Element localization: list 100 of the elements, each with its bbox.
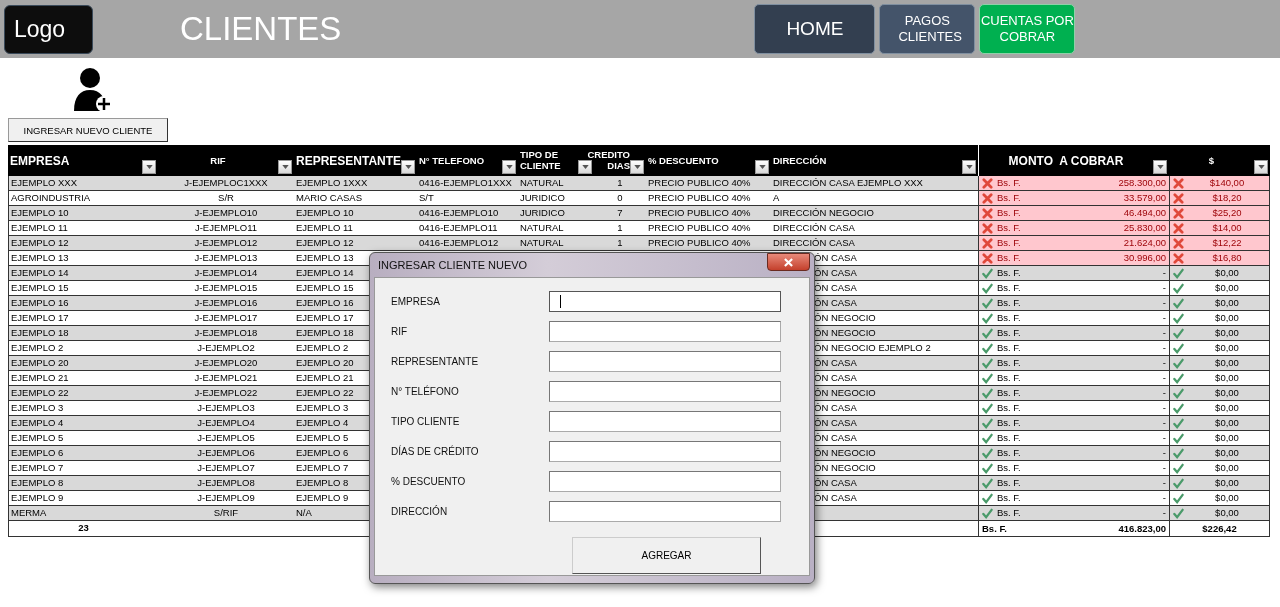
- input-field[interactable]: [549, 350, 781, 372]
- table-cell: 0416-EJEMPLO11: [419, 222, 498, 233]
- cross-icon: [982, 207, 993, 219]
- table-cell: EJEMPLO 20: [296, 357, 354, 368]
- field-label: % DESCUENTO: [391, 475, 466, 487]
- currency-label: Bs. F.: [997, 176, 1021, 190]
- close-button[interactable]: [767, 253, 810, 271]
- amount-value: -: [1162, 491, 1166, 505]
- new-client-button[interactable]: INGRESAR NUEVO CLIENTE: [8, 118, 168, 142]
- check-icon: [982, 507, 993, 519]
- add-user-icon[interactable]: [72, 67, 112, 113]
- table-cell: ÓN CASA: [814, 402, 857, 413]
- caret-icon: [145, 165, 153, 169]
- table-cell: EJEMPLO 18: [296, 327, 354, 338]
- amount-value: -: [1162, 476, 1166, 490]
- input-field[interactable]: [549, 500, 781, 522]
- check-icon: [982, 402, 993, 414]
- table-cell: EJEMPLO 14: [296, 267, 354, 278]
- table-cell: 0416-EJEMPLO10: [419, 207, 499, 218]
- caret-icon: [758, 165, 766, 169]
- input-field[interactable]: [549, 320, 781, 342]
- table-cell: EJEMPLO 16: [296, 297, 354, 308]
- check-icon: [1173, 267, 1184, 279]
- nav-button[interactable]: HOME: [754, 4, 876, 54]
- table-cell: EJEMPLO 13: [11, 252, 69, 263]
- currency-label: Bs. F.: [997, 296, 1021, 310]
- table-cell: AGROINDUSTRIA: [11, 192, 91, 203]
- table-cell: EJEMPLO 21: [11, 372, 69, 383]
- nav-button[interactable]: PAGOS CLIENTES: [879, 4, 976, 54]
- currency-label: Bs. F.: [997, 281, 1021, 295]
- table-cell: ÓN NEGOCIO: [814, 462, 876, 473]
- filter-button[interactable]: [502, 160, 516, 174]
- check-icon: [1173, 417, 1184, 429]
- table-cell: J-EJEMPLO16: [194, 297, 258, 308]
- table-cell: ÓN NEGOCIO: [814, 387, 876, 398]
- column-header: % DESCUENTO: [648, 155, 719, 166]
- dialog-title: INGRESAR CLIENTE NUEVO: [377, 259, 528, 271]
- input-field[interactable]: [549, 410, 781, 432]
- filter-button[interactable]: [630, 160, 644, 174]
- text-cursor: [560, 294, 561, 308]
- table-cell: EJEMPLO 16: [11, 297, 69, 308]
- usd-value: $0,00: [1215, 461, 1239, 475]
- table-cell: EJEMPLO 12: [296, 237, 354, 248]
- table-cell: EJEMPLO 4: [11, 417, 64, 428]
- table-cell: EJEMPLO 9: [11, 492, 64, 503]
- check-icon: [1173, 507, 1184, 519]
- table-cell: J-EJEMPLO13: [194, 252, 258, 263]
- caret-icon: [965, 165, 973, 169]
- currency-label: Bs. F.: [997, 191, 1021, 205]
- filter-button[interactable]: [278, 160, 292, 174]
- table-cell: EJEMPLO 10: [11, 207, 69, 218]
- table-cell: EJEMPLO 7: [296, 462, 349, 473]
- filter-button[interactable]: [1254, 160, 1268, 174]
- page-title: CLIENTES: [180, 10, 342, 48]
- table-cell: EJEMPLO 10: [296, 207, 354, 218]
- caret-icon: [1156, 165, 1164, 169]
- filter-button[interactable]: [401, 160, 415, 174]
- check-icon: [982, 267, 993, 279]
- filter-button[interactable]: [1153, 160, 1167, 174]
- input-field[interactable]: [549, 470, 781, 492]
- table-cell: A: [773, 192, 780, 203]
- table-cell: MERMA: [11, 507, 47, 518]
- filter-button[interactable]: [755, 160, 769, 174]
- currency-label: Bs. F.: [997, 311, 1021, 325]
- table-cell: ÓN NEGOCIO: [814, 447, 876, 458]
- input-field[interactable]: [549, 290, 781, 312]
- field-label: DIRECCIÓN: [391, 505, 448, 517]
- usd-value: $14,00: [1212, 221, 1242, 235]
- currency-label: Bs. F.: [982, 521, 1007, 536]
- table-cell: PRECIO PUBLICO 40%: [648, 237, 751, 248]
- currency-label: Bs. F.: [997, 446, 1021, 460]
- field-label: RIF: [391, 325, 408, 337]
- check-icon: [1173, 402, 1184, 414]
- check-icon: [982, 327, 993, 339]
- amount-value: -: [1162, 506, 1166, 520]
- currency-label: Bs. F.: [997, 506, 1021, 520]
- input-field[interactable]: [549, 380, 781, 402]
- check-icon: [1173, 342, 1184, 354]
- usd-value: $0,00: [1215, 296, 1239, 310]
- currency-label: Bs. F.: [997, 341, 1021, 355]
- table-cell: 0416-EJEMPLO1XXX: [419, 177, 512, 188]
- usd-value: $0,00: [1215, 506, 1239, 520]
- filter-button[interactable]: [142, 160, 156, 174]
- input-field[interactable]: [549, 440, 781, 462]
- table-cell: J-EJEMPLOC1XXX: [184, 177, 268, 188]
- currency-label: Bs. F.: [997, 371, 1021, 385]
- table-cell: EJEMPLO 4: [296, 417, 349, 428]
- usd-value: $0,00: [1215, 431, 1239, 445]
- cross-icon: [1173, 237, 1184, 249]
- table-cell: J-EJEMPLO22: [194, 387, 258, 398]
- amount-value: -: [1162, 446, 1166, 460]
- check-icon: [1173, 312, 1184, 324]
- currency-label: Bs. F.: [997, 236, 1021, 250]
- filter-button[interactable]: [962, 160, 976, 174]
- amount-value: -: [1162, 416, 1166, 430]
- amount-value: -: [1162, 296, 1166, 310]
- check-icon: [1173, 357, 1184, 369]
- add-button[interactable]: AGREGAR: [572, 537, 761, 574]
- filter-button[interactable]: [578, 160, 592, 174]
- check-icon: [1173, 432, 1184, 444]
